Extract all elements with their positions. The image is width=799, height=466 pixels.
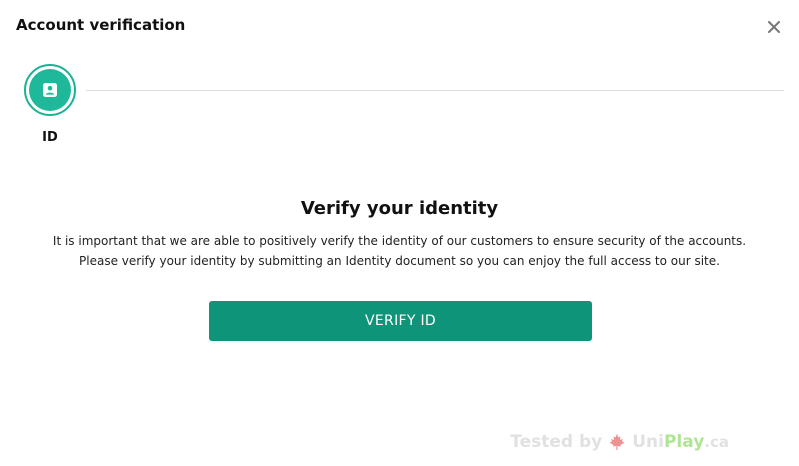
verify-description-line-2: Please verify your identity by submittin… bbox=[79, 254, 720, 268]
watermark-brand-uni: Uni bbox=[632, 432, 664, 452]
verify-id-button[interactable]: VERIFY ID bbox=[209, 301, 592, 341]
watermark-brand-play: Play bbox=[663, 432, 705, 452]
step-id-label: ID bbox=[42, 130, 58, 145]
maple-leaf-icon bbox=[609, 434, 625, 450]
step-id-indicator bbox=[24, 64, 76, 116]
watermark-brand-tld: .ca bbox=[704, 433, 729, 451]
id-card-icon bbox=[43, 83, 57, 97]
verification-stepper: ID bbox=[24, 64, 784, 154]
dialog-title: Account verification bbox=[16, 16, 186, 34]
account-verification-dialog: Account verification ID Verify your iden… bbox=[0, 0, 799, 466]
tested-by-watermark: Tested by UniPlay.ca bbox=[510, 432, 729, 452]
verify-heading: Verify your identity bbox=[300, 198, 499, 219]
step-id-circle bbox=[29, 69, 71, 111]
step-progress-line bbox=[86, 90, 784, 91]
close-icon bbox=[768, 21, 780, 33]
watermark-brand: UniPlay.ca bbox=[632, 432, 729, 452]
verify-description-line-1: It is important that we are able to posi… bbox=[52, 234, 747, 248]
watermark-tested-by-text: Tested by bbox=[510, 432, 603, 452]
verification-content: Verify your identity It is important tha… bbox=[0, 198, 799, 271]
close-button[interactable] bbox=[765, 18, 783, 36]
